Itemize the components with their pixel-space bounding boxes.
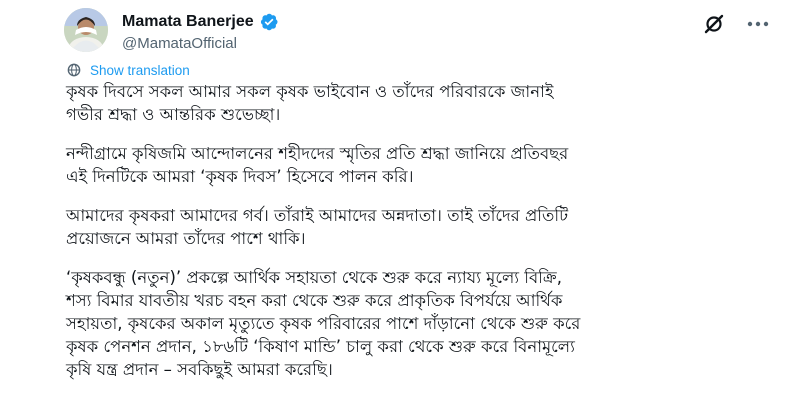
tweet-paragraph: আমাদের কৃষকরা আমাদের গর্ব। তাঁরাই আমাদের… [66, 206, 569, 248]
tweet-paragraph: ‘কৃষকবন্ধু (নতুন)’ প্রকল্পে আর্থিক সহায়… [66, 268, 581, 379]
tweet-paragraph: নন্দীগ্রামে কৃষিজমি আন্দোলনের শহীদদের স্… [66, 144, 569, 186]
show-translation-label: Show translation [90, 62, 190, 78]
author-block: Mamata Banerjee @MamataOfficial [122, 11, 279, 52]
author-handle[interactable]: @MamataOfficial [122, 35, 279, 52]
tweet-text: কৃষক দিবসে সকল আমার সকল কৃষক ভাইবোন ও তা… [66, 80, 766, 397]
tweet-paragraph: কৃষক দিবসে সকল আমার সকল কৃষক ভাইবোন ও তা… [66, 82, 554, 124]
verified-badge-icon [260, 13, 278, 31]
avatar-image [64, 8, 108, 52]
author-name-row: Mamata Banerjee [122, 11, 279, 33]
globe-icon [67, 63, 81, 77]
grok-slash-icon[interactable] [702, 12, 726, 36]
more-horizontal-icon[interactable] [738, 10, 778, 38]
avatar[interactable] [64, 8, 108, 52]
tweet-card: Mamata Banerjee @MamataOfficial Show tra… [0, 0, 810, 400]
author-name[interactable]: Mamata Banerjee [122, 13, 254, 31]
show-translation-link[interactable]: Show translation [66, 62, 190, 78]
